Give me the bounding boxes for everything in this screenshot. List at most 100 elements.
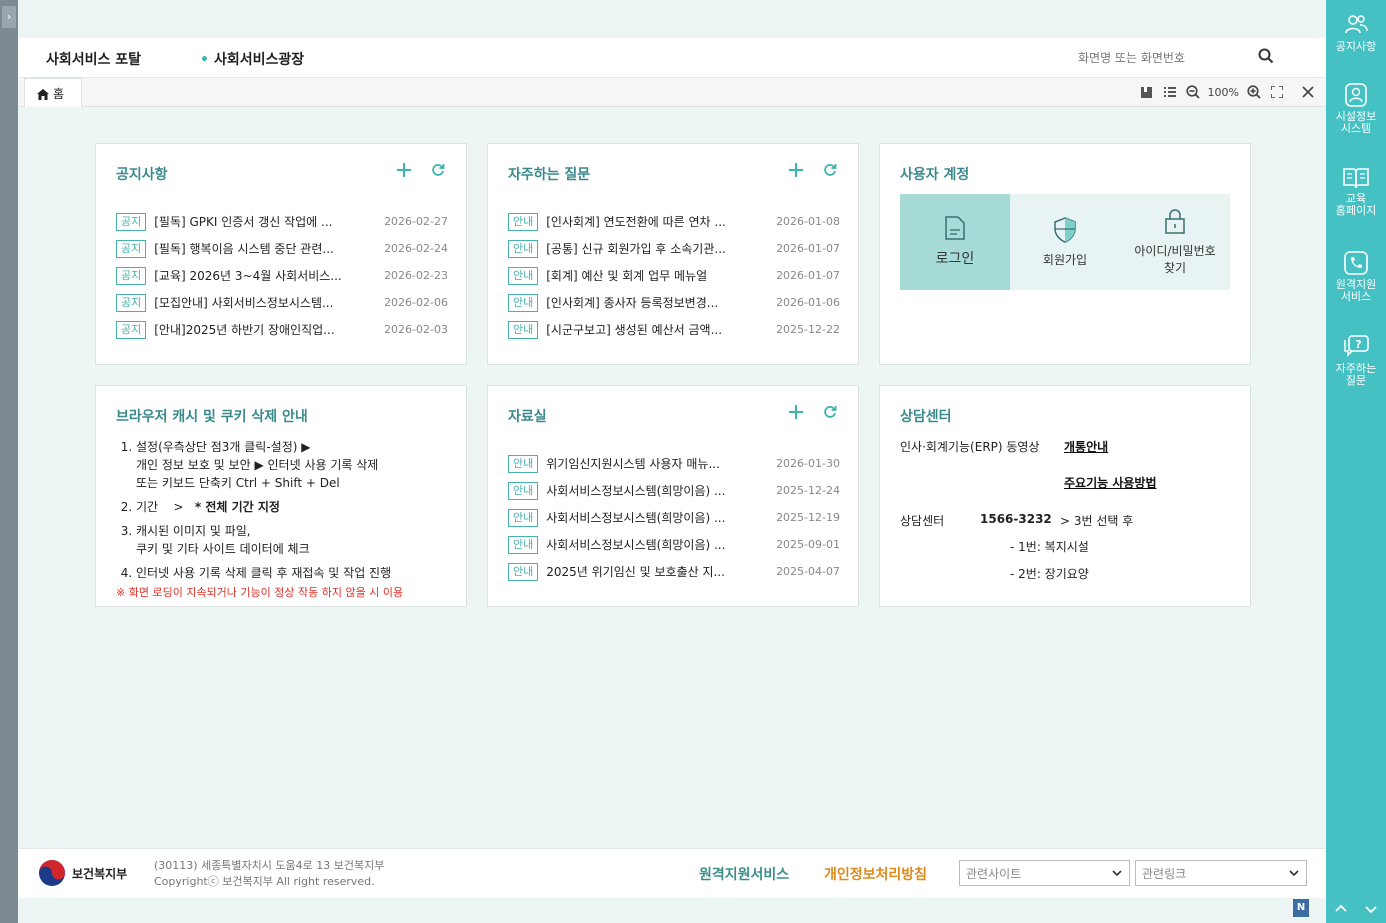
option-longterm: - 2번: 장기요양 [1010, 567, 1089, 581]
guide-text-bold: * 전체 기간 지정 [194, 500, 280, 514]
guide-text: 인터넷 사용 기록 삭제 [267, 458, 379, 472]
notification-badge[interactable]: N [1293, 899, 1309, 917]
signup-button[interactable]: 회원가입 [1010, 194, 1120, 290]
account-title: 사용자 계정 [900, 167, 970, 183]
portal-subtitle[interactable]: • 사회서비스광장 [200, 49, 304, 69]
quick-faq[interactable]: ? 자주하는 질문 [1326, 334, 1386, 387]
related-links-select[interactable]: 관련링크 [1135, 860, 1307, 886]
item-text: 사회서비스정보시스템(희망이음) ... [546, 484, 726, 498]
list-item[interactable]: 안내 2025년 위기임신 및 보호출산 지... 2025-04-07 [508, 558, 840, 585]
search-icon[interactable] [1258, 48, 1278, 68]
list-item[interactable]: 안내 [인사회계] 종사자 등록정보변경... 2026-01-06 [508, 289, 840, 316]
zoom-in-icon[interactable] [1246, 83, 1262, 101]
document-icon [945, 216, 965, 240]
refresh-icon[interactable] [820, 402, 840, 422]
zoom-out-icon[interactable] [1185, 83, 1201, 101]
list-item[interactable]: 공지 [모집안내] 사회서비스정보시스템... 2026-02-06 [116, 289, 448, 316]
quick-label: 질문 [1345, 374, 1367, 387]
phone-suffix: > 3번 선택 후 [1060, 514, 1134, 528]
item-date: 2025-04-07 [776, 565, 840, 578]
list-item[interactable]: 안내 [공통] 신규 회원가입 후 소속기관... 2026-01-07 [508, 235, 840, 262]
quick-remote-support[interactable]: 원격지원 서비스 [1326, 250, 1386, 303]
list-item[interactable]: 안내 사회서비스정보시스템(희망이음) ... 2025-12-24 [508, 477, 840, 504]
notice-controls [394, 160, 448, 180]
list-item[interactable]: 공지 [필독] GPKI 인증서 갱신 작업에 ... 2026-02-27 [116, 208, 448, 235]
item-date: 2026-01-30 [776, 457, 840, 470]
privacy-policy-link[interactable]: 개인정보처리방침 [824, 864, 927, 884]
item-date: 2026-01-07 [776, 242, 840, 255]
chevron-up-icon[interactable] [1335, 903, 1347, 918]
library-list: 안내 위기임신지원시스템 사용자 매뉴... 2026-01-30 안내 사회서비스정… [508, 450, 840, 585]
taegeuk-logo-icon [39, 860, 65, 886]
refresh-icon[interactable] [820, 160, 840, 180]
portal-title[interactable]: 사회서비스 포탈 [46, 49, 141, 69]
guide-step: 설정(우측상단 점3개 클릭-설정) ▶개인 정보 보호 및 보안 ▶ 인터넷 … [136, 438, 452, 492]
list-item[interactable]: 공지 [교육] 2026년 3~4월 사회서비스... 2026-02-23 [116, 262, 448, 289]
plus-icon[interactable] [394, 160, 414, 180]
bookmark-icon[interactable] [1139, 83, 1155, 101]
faq-badge: 안내 [508, 293, 539, 312]
notice-title: 공지사항 [116, 167, 168, 183]
tab-home[interactable]: 홈 [24, 78, 82, 107]
find-account-button[interactable]: 아이디/비밀번호 찾기 [1120, 194, 1230, 290]
play-arrow-icon: ▶ [254, 458, 264, 472]
login-label: 로그인 [935, 251, 975, 267]
list-icon[interactable] [1162, 83, 1178, 101]
center-label: 상담센터 [900, 514, 945, 528]
chevron-down-icon [1112, 870, 1122, 877]
org-name: 보건복지부 [72, 866, 128, 881]
list-item[interactable]: 안내 사회서비스정보시스템(희망이음) ... 2025-12-19 [508, 504, 840, 531]
list-item[interactable]: 안내 [시군구보고] 생성된 예산서 금액... 2025-12-22 [508, 316, 840, 343]
faq-card: 자주하는 질문 안내 [인사회계] 연도전환에 따른 연차 ... 2026-01-… [487, 143, 859, 365]
close-all-icon[interactable] [1300, 83, 1316, 101]
play-arrow-icon: ▶ [301, 440, 311, 454]
quick-education[interactable]: 교육 홈페이지 [1326, 166, 1386, 217]
quick-facility-system[interactable]: 시설정보 시스템 [1326, 82, 1386, 135]
list-item[interactable]: 안내 위기임신지원시스템 사용자 매뉴... 2026-01-30 [508, 450, 840, 477]
tab-home-label: 홈 [53, 87, 65, 101]
notice-badge: 공지 [116, 266, 147, 285]
login-button[interactable]: 로그인 [900, 194, 1010, 290]
account-card: 사용자 계정 로그인 회원가입 아이디/비밀번호 찾기 [879, 143, 1251, 365]
library-badge: 안내 [508, 454, 539, 473]
related-sites-select[interactable]: 관련사이트 [959, 860, 1130, 886]
fullscreen-icon[interactable] [1269, 83, 1285, 101]
list-item[interactable]: 안내 [인사회계] 연도전환에 따른 연차 ... 2026-01-08 [508, 208, 840, 235]
faq-badge: 안내 [508, 266, 539, 285]
item-text: 2025년 위기임신 및 보호출산 지... [546, 565, 725, 579]
quick-notice[interactable]: 공지사항 [1326, 12, 1386, 53]
list-item[interactable]: 안내 사회서비스정보시스템(희망이음) ... 2025-09-01 [508, 531, 840, 558]
library-badge: 안내 [508, 535, 539, 554]
open-guide-link[interactable]: 개통안내 [1064, 438, 1108, 455]
guide-body: 설정(우측상단 점3개 클릭-설정) ▶개인 정보 보호 및 보안 ▶ 인터넷 … [116, 438, 452, 600]
library-badge: 안내 [508, 562, 539, 581]
top-band [18, 0, 1326, 38]
select-value: 관련사이트 [966, 867, 1022, 881]
chevron-down-icon [1289, 870, 1299, 877]
plus-icon[interactable] [786, 160, 806, 180]
svg-text:?: ? [1355, 338, 1361, 351]
feature-usage-link[interactable]: 주요기능 사용방법 [1064, 474, 1157, 491]
guide-text: 인터넷 사용 기록 삭제 클릭 후 재접속 및 작업 진행 [136, 566, 392, 580]
chevron-down-icon[interactable] [1365, 903, 1377, 918]
question-chat-icon: ? [1344, 335, 1369, 357]
item-text: [회계] 예산 및 회계 업무 메뉴얼 [546, 269, 708, 283]
list-item[interactable]: 공지 [필독] 행복이음 시스템 중단 관련... 2026-02-24 [116, 235, 448, 262]
users-icon [1345, 15, 1368, 34]
guide-text: 설정(우측상단 점3개 클릭-설정) [136, 440, 298, 454]
right-quick-menu: 공지사항 시설정보 시스템 교육 홈페이지 원격지원 서비스 ? 자주하는 질문 [1326, 0, 1386, 923]
screen-search-input[interactable] [1078, 46, 1278, 70]
expand-arrow-icon[interactable]: › [2, 6, 16, 28]
remote-support-link[interactable]: 원격지원서비스 [699, 864, 789, 884]
erp-label: 인사·회계기능(ERP) 동영상 [900, 440, 1040, 454]
id-badge-icon [1345, 83, 1367, 107]
library-badge: 안내 [508, 508, 539, 527]
select-value: 관련링크 [1142, 867, 1187, 881]
quick-label: 서비스 [1340, 290, 1372, 303]
item-text: [교육] 2026년 3~4월 사회서비스... [154, 269, 342, 283]
list-item[interactable]: 안내 [회계] 예산 및 회계 업무 메뉴얼 2026-01-07 [508, 262, 840, 289]
plus-icon[interactable] [786, 402, 806, 422]
refresh-icon[interactable] [428, 160, 448, 180]
list-item[interactable]: 공지 [안내]2025년 하반기 장애인직업... 2026-02-03 [116, 316, 448, 343]
bullet-dot-icon: • [200, 52, 209, 68]
